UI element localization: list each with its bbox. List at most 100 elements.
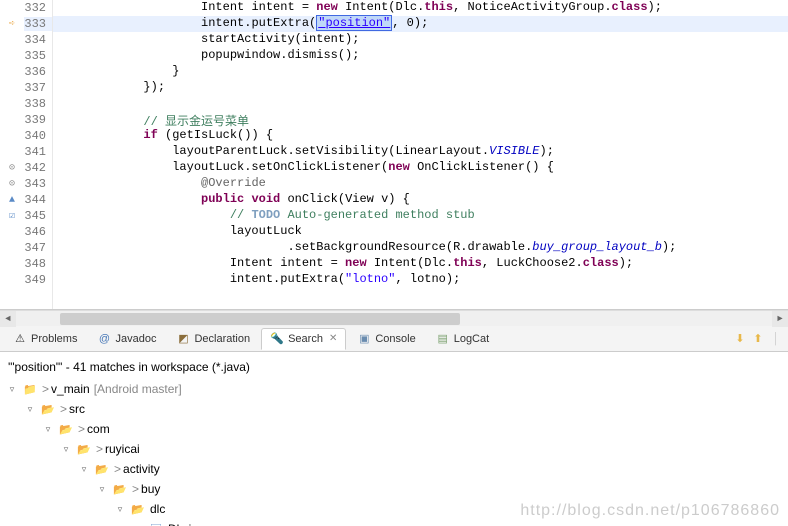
search-results-pane: '"position"' - 41 matches in workspace (…: [0, 352, 788, 526]
problems-icon: ⚠: [13, 332, 27, 346]
gutter-annotation: ⊝: [0, 178, 24, 190]
tab-label: LogCat: [454, 333, 489, 345]
horizontal-scrollbar[interactable]: ◄ ►: [0, 310, 788, 326]
tab-label: Problems: [31, 333, 77, 345]
code-line[interactable]: .setBackgroundResource(R.drawable.buy_gr…: [53, 240, 788, 256]
scroll-left-arrow[interactable]: ◄: [0, 311, 16, 327]
twisty-open-icon[interactable]: ▿: [114, 503, 126, 515]
prev-match-icon[interactable]: ⬆: [750, 331, 766, 347]
console-icon: ▣: [357, 332, 371, 346]
tree-buy[interactable]: ▿ 📂 >buy: [96, 480, 782, 498]
tree-dlc[interactable]: ▿ 📂 dlc: [114, 500, 782, 518]
tab-label: Console: [375, 333, 415, 345]
code-line[interactable]: }: [53, 64, 788, 80]
code-line[interactable]: layoutLuck.setOnClickListener(new OnClic…: [53, 160, 788, 176]
scroll-right-arrow[interactable]: ►: [772, 311, 788, 327]
code-line[interactable]: Intent intent = new Intent(Dlc.this, Not…: [53, 0, 788, 16]
node-label: >ruyicai: [96, 442, 140, 456]
tree-file[interactable]: ▿ 🄹 Dlc.java: [132, 520, 782, 526]
javadoc-icon: @: [97, 332, 111, 346]
code-line[interactable]: public void onClick(View v) {: [53, 192, 788, 208]
line-number: 335: [24, 49, 52, 63]
line-number: 345: [24, 209, 52, 223]
code-line[interactable]: // 显示金运号菜单: [53, 112, 788, 128]
code-line[interactable]: });: [53, 80, 788, 96]
code-line[interactable]: @Override: [53, 176, 788, 192]
gutter-annotation: ➪: [0, 18, 24, 30]
code-line[interactable]: intent.putExtra("lotno", lotno);: [53, 272, 788, 288]
folder-icon: 📂: [130, 501, 146, 517]
search-summary: '"position"' - 41 matches in workspace (…: [8, 360, 780, 374]
tab-declaration[interactable]: ◩ Declaration: [167, 328, 259, 350]
logcat-icon: ▤: [436, 332, 450, 346]
twisty-open-icon[interactable]: ▿: [42, 423, 54, 435]
twisty-open-icon[interactable]: ▿: [24, 403, 36, 415]
node-label: >buy: [132, 482, 160, 496]
code-line[interactable]: [53, 96, 788, 112]
code-area[interactable]: Intent intent = new Intent(Dlc.this, Not…: [53, 0, 788, 309]
tree-src[interactable]: ▿ 📂 >src: [24, 400, 782, 418]
line-number: 348: [24, 257, 52, 271]
folder-icon: 📂: [112, 481, 128, 497]
line-number: 338: [24, 97, 52, 111]
line-number: 332: [24, 1, 52, 15]
line-number: 333: [24, 17, 52, 31]
code-line[interactable]: popupwindow.dismiss();: [53, 48, 788, 64]
tree-project[interactable]: ▿ 📁 >v_main [Android master]: [6, 380, 782, 398]
node-label: >src: [60, 402, 85, 416]
tab-console[interactable]: ▣ Console: [348, 328, 424, 350]
editor-gutter: 332➪333334335336337338339340341⊝342⊝343▲…: [0, 0, 53, 309]
menu-separator: │: [768, 331, 784, 347]
tree-com[interactable]: ▿ 📂 >com: [42, 420, 782, 438]
project-icon: 📁: [22, 381, 38, 397]
tree-activity[interactable]: ▿ 📂 >activity: [78, 460, 782, 478]
twisty-open-icon[interactable]: ▿: [60, 443, 72, 455]
code-editor: 332➪333334335336337338339340341⊝342⊝343▲…: [0, 0, 788, 310]
tab-label: Javadoc: [115, 333, 156, 345]
line-number: 336: [24, 65, 52, 79]
node-label: Dlc.java: [168, 522, 211, 526]
line-number: 340: [24, 129, 52, 143]
twisty-open-icon[interactable]: ▿: [78, 463, 90, 475]
line-number: 349: [24, 273, 52, 287]
tab-search[interactable]: 🔦 Search ✕: [261, 328, 346, 350]
tab-problems[interactable]: ⚠ Problems: [4, 328, 86, 350]
folder-icon: 📂: [94, 461, 110, 477]
code-line[interactable]: // TODO Auto-generated method stub: [53, 208, 788, 224]
line-number: 347: [24, 241, 52, 255]
gutter-annotation: ⊝: [0, 162, 24, 174]
folder-icon: 📂: [58, 421, 74, 437]
code-line[interactable]: layoutLuck: [53, 224, 788, 240]
code-line[interactable]: startActivity(intent);: [53, 32, 788, 48]
line-number: 343: [24, 177, 52, 191]
next-match-icon[interactable]: ⬇: [732, 331, 748, 347]
twisty-open-icon[interactable]: ▿: [96, 483, 108, 495]
tab-label: Declaration: [194, 333, 250, 345]
code-line[interactable]: if (getIsLuck()) {: [53, 128, 788, 144]
node-extra: [Android master]: [94, 382, 182, 396]
tab-label: Search: [288, 333, 323, 345]
node-label: >com: [78, 422, 110, 436]
declaration-icon: ◩: [176, 332, 190, 346]
tree-ruyicai[interactable]: ▿ 📂 >ruyicai: [60, 440, 782, 458]
search-icon: 🔦: [270, 332, 284, 346]
line-number: 341: [24, 145, 52, 159]
scroll-thumb[interactable]: [60, 313, 460, 325]
code-line[interactable]: intent.putExtra("position", 0);: [53, 16, 788, 32]
twisty-open-icon[interactable]: ▿: [6, 383, 18, 395]
line-number: 342: [24, 161, 52, 175]
close-icon[interactable]: ✕: [329, 333, 337, 344]
node-label: >v_main: [42, 382, 90, 396]
tab-javadoc[interactable]: @ Javadoc: [88, 328, 165, 350]
search-tree: ▿ 📁 >v_main [Android master] ▿ 📂 >src: [6, 380, 782, 526]
line-number: 337: [24, 81, 52, 95]
line-number: 334: [24, 33, 52, 47]
gutter-annotation: ▲: [0, 195, 24, 206]
code-line[interactable]: Intent intent = new Intent(Dlc.this, Luc…: [53, 256, 788, 272]
line-number: 346: [24, 225, 52, 239]
line-number: 344: [24, 193, 52, 207]
folder-icon: 📂: [76, 441, 92, 457]
code-line[interactable]: layoutParentLuck.setVisibility(LinearLay…: [53, 144, 788, 160]
tab-logcat[interactable]: ▤ LogCat: [427, 328, 498, 350]
folder-icon: 📂: [40, 401, 56, 417]
